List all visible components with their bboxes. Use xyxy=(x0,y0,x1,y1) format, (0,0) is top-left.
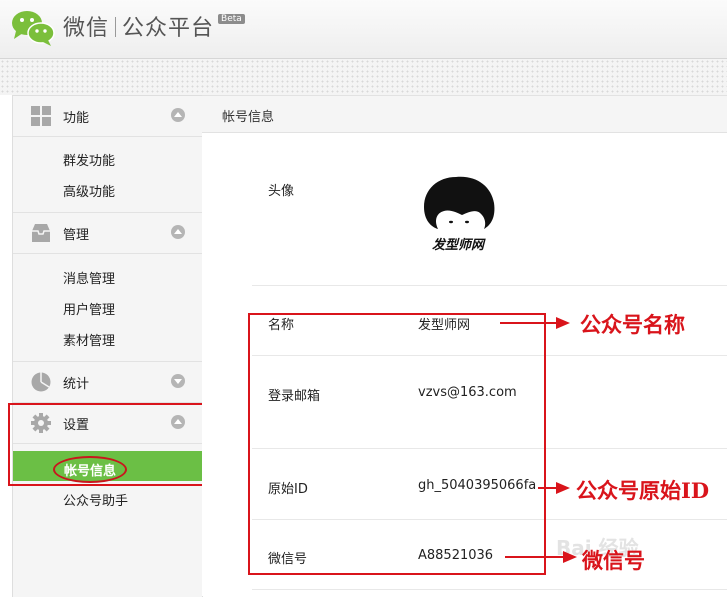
sidebar-item-messages[interactable]: 消息管理 xyxy=(63,268,115,287)
arrow-icon xyxy=(538,482,570,494)
avatar[interactable]: 发型师网 xyxy=(420,175,498,255)
inbox-icon xyxy=(32,224,50,242)
brand-name: 微信 xyxy=(63,16,110,41)
info-highlight-box xyxy=(248,313,546,575)
arrow-icon xyxy=(500,317,570,329)
dotted-band xyxy=(0,59,727,95)
brand-separator xyxy=(115,17,117,37)
sidebar-section-label: 功能 xyxy=(63,111,90,126)
sidebar-item-users[interactable]: 用户管理 xyxy=(63,299,115,318)
brand-product: 公众平台 xyxy=(122,16,215,41)
top-bar: 微信 公众平台 Beta xyxy=(0,0,727,59)
sidebar: 功能 群发功能 高级功能 管理 消息管理 用户管理 素材管理 统计 设置 帐号信… xyxy=(12,95,203,597)
grid-icon xyxy=(31,106,51,126)
sidebar-item-assistant[interactable]: 公众号助手 xyxy=(63,490,128,509)
page-title: 帐号信息 xyxy=(222,110,275,125)
arrow-icon xyxy=(505,551,577,563)
sidebar-section-label: 统计 xyxy=(63,377,90,392)
pie-chart-icon xyxy=(31,372,51,392)
settings-highlight-box xyxy=(8,403,205,486)
sidebar-section-manage[interactable]: 管理 xyxy=(13,213,202,254)
collapse-icon[interactable] xyxy=(171,108,185,122)
sidebar-item-mass-send[interactable]: 群发功能 xyxy=(63,150,115,169)
wechat-logo-icon[interactable] xyxy=(10,8,56,46)
collapse-icon[interactable] xyxy=(171,225,185,239)
sidebar-item-advanced[interactable]: 高级功能 xyxy=(63,181,115,200)
sidebar-section-stats[interactable]: 统计 xyxy=(13,362,202,403)
annotation-wechat-id: 微信号 xyxy=(582,548,645,573)
row-divider xyxy=(252,285,727,286)
page-header: 帐号信息 xyxy=(202,95,727,133)
annotation-name: 公众号名称 xyxy=(580,312,685,337)
brand-title[interactable]: 微信 公众平台 Beta xyxy=(63,10,245,42)
annotation-original-id: 公众号原始ID xyxy=(576,478,710,503)
row-divider xyxy=(252,589,727,590)
sidebar-section-features[interactable]: 功能 xyxy=(13,96,202,137)
sidebar-item-materials[interactable]: 素材管理 xyxy=(63,330,115,349)
beta-badge: Beta xyxy=(218,14,245,24)
avatar-caption: 发型师网 xyxy=(432,237,486,253)
sidebar-section-label: 管理 xyxy=(63,228,90,243)
avatar-label: 头像 xyxy=(268,184,295,199)
expand-icon[interactable] xyxy=(171,374,185,388)
